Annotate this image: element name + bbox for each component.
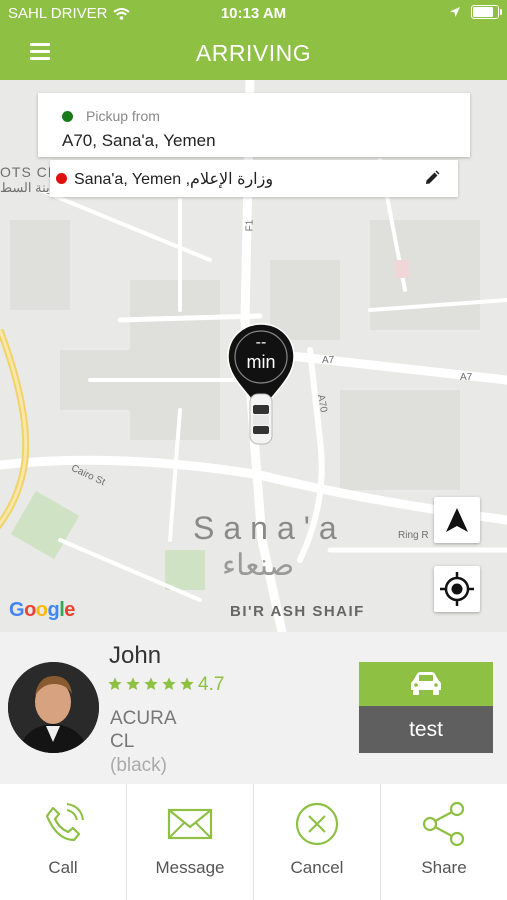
action-bar: Call Message Cancel Share — [0, 784, 507, 900]
star-icon — [144, 677, 158, 690]
map-label-top-left-ar: ينة السط — [0, 180, 50, 195]
status-time: 10:13 AM — [220, 5, 287, 22]
eta-unit: min — [246, 352, 276, 372]
map-label-ring-rd: Ring R — [398, 530, 429, 541]
pickup-address: A70, Sana'a, Yemen — [62, 131, 216, 150]
map-label-a7-east: A7 — [460, 372, 473, 383]
star-icon — [126, 677, 140, 690]
star-icon — [180, 677, 194, 690]
navigation-arrow-icon — [446, 508, 468, 532]
cancel-button[interactable]: Cancel — [254, 784, 381, 900]
car-details-button[interactable] — [359, 662, 493, 706]
driver-car-icon — [249, 393, 273, 445]
dropoff-address: Sana'a, Yemen ,وزارة الإعلام — [74, 171, 274, 188]
status-right — [449, 5, 502, 19]
phone-icon — [45, 803, 84, 842]
message-button[interactable]: Message — [127, 784, 254, 900]
call-button[interactable]: Call — [0, 784, 127, 900]
license-plate: test — [359, 706, 493, 753]
page-title: ARRIVING — [195, 40, 312, 66]
my-location-icon — [440, 572, 474, 606]
map-district-label: BI'R ASH SHAIF — [230, 603, 365, 620]
envelope-icon — [167, 808, 213, 840]
map-label-f1: F1 — [244, 219, 256, 232]
cancel-label: Cancel — [290, 858, 344, 877]
share-button[interactable]: Share — [381, 784, 507, 900]
map-label-top-left: OTS CI — [0, 164, 53, 180]
pickup-label: Pickup from — [86, 108, 160, 124]
dropoff-dot-icon — [56, 173, 67, 184]
driver-avatar — [8, 662, 99, 753]
map-label-a7: A7 — [322, 355, 335, 366]
rating-stars — [107, 676, 195, 692]
message-label: Message — [155, 858, 225, 877]
pencil-icon[interactable] — [424, 170, 440, 186]
navigation-button[interactable] — [434, 497, 480, 543]
header-bar: ARRIVING — [0, 28, 507, 80]
car-color: (black) — [110, 755, 168, 776]
car-make: ACURA — [110, 708, 177, 729]
star-icon — [108, 677, 122, 690]
driver-name: John — [109, 642, 162, 669]
driver-rating: 4.7 — [198, 674, 225, 695]
share-icon — [422, 801, 465, 847]
eta-value: -- — [255, 334, 267, 351]
close-circle-icon — [295, 802, 339, 846]
status-bar: SAHL DRIVER 10:13 AM — [0, 0, 507, 28]
location-arrow-icon — [450, 7, 460, 17]
star-icon — [162, 677, 176, 690]
map-city-name: Sana'a — [193, 510, 346, 546]
car-model: CL — [110, 731, 135, 752]
map-city-name-ar: صنعاء — [222, 549, 295, 582]
driver-panel: John 4.7 ACURA CL (black) test — [0, 632, 507, 784]
battery-icon — [471, 5, 502, 19]
my-location-button[interactable] — [434, 566, 480, 612]
dropoff-card[interactable]: Sana'a, Yemen ,وزارة الإعلام — [50, 160, 458, 197]
pickup-dot-icon — [62, 111, 73, 122]
car-icon — [411, 672, 441, 695]
call-label: Call — [48, 858, 78, 877]
share-label: Share — [421, 858, 467, 877]
google-logo: Google — [9, 599, 75, 621]
pickup-card[interactable]: Pickup from A70, Sana'a, Yemen — [38, 93, 470, 157]
